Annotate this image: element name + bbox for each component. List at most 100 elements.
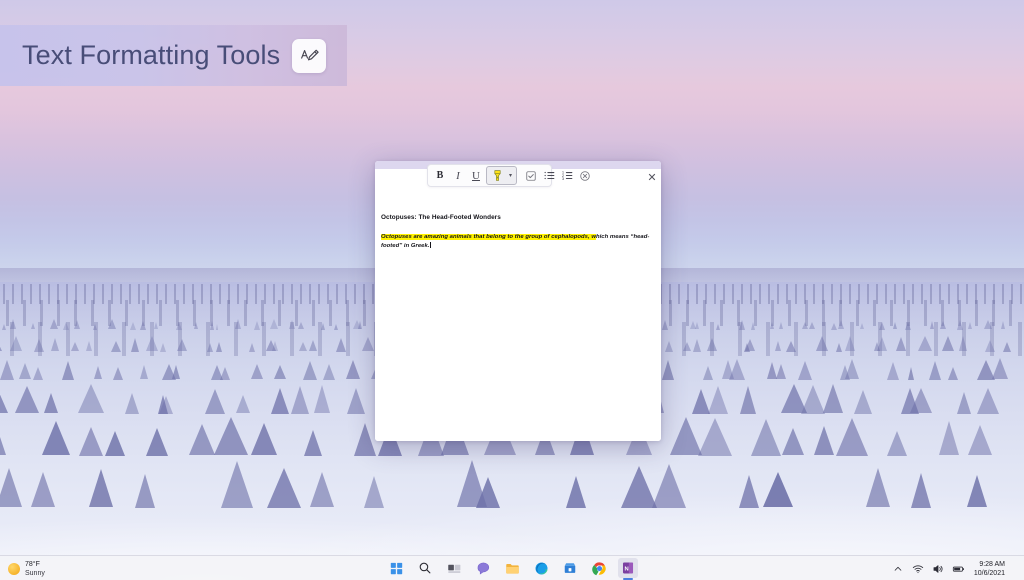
wallpaper-tree — [809, 322, 816, 330]
numbered-list-button[interactable]: 1 2 3 — [558, 167, 576, 185]
wallpaper-tree — [831, 322, 838, 330]
file-explorer-button[interactable] — [502, 558, 522, 578]
wallpaper-tree — [206, 342, 213, 352]
bulleted-list-button[interactable] — [540, 167, 558, 185]
wallpaper-tree — [977, 387, 1000, 414]
wallpaper-tree — [665, 340, 674, 352]
wallpaper-tree — [302, 360, 317, 380]
onenote-button[interactable]: N — [618, 558, 638, 578]
wallpaper-tree — [63, 321, 70, 330]
wallpaper-tree — [220, 366, 231, 380]
wallpaper-tree — [129, 321, 136, 330]
wallpaper-tree — [908, 366, 915, 380]
wallpaper-tree — [1000, 321, 1005, 330]
wallpaper-tree — [774, 341, 781, 352]
show-hidden-icons-button[interactable] — [892, 562, 905, 575]
wallpaper-tree — [50, 338, 59, 352]
wifi-icon[interactable] — [912, 562, 925, 575]
wallpaper-tree — [346, 360, 361, 380]
wallpaper-tree — [171, 365, 180, 380]
italic-button[interactable]: I — [449, 167, 467, 185]
wallpaper-tree — [193, 322, 198, 330]
wallpaper-tree — [968, 425, 993, 456]
wallpaper-tree — [984, 320, 993, 330]
wallpaper-tree — [85, 341, 92, 352]
volume-icon[interactable] — [932, 562, 945, 575]
clock[interactable]: 9:28 AM 10/6/2021 — [974, 560, 1005, 578]
wallpaper-tree — [19, 363, 32, 380]
wallpaper-tree — [859, 323, 864, 330]
checklist-button[interactable] — [522, 167, 540, 185]
wallpaper-tree — [779, 322, 784, 330]
weather-condition: Sunny — [25, 569, 45, 577]
wallpaper-tree — [361, 337, 374, 352]
wallpaper-tree — [801, 384, 826, 414]
wallpaper-tree — [93, 323, 98, 330]
wallpaper-tree — [879, 321, 886, 330]
formatting-toolbar[interactable]: B I U ▾ 1 2 3 — [427, 164, 590, 187]
task-view-button[interactable] — [444, 558, 464, 578]
wallpaper-tree — [31, 472, 56, 508]
text-caret — [429, 241, 431, 248]
desktop: Text Formatting Tools B I U ▾ 1 2 3 ✕ Oc… — [0, 0, 1024, 580]
wallpaper-tree — [683, 342, 692, 352]
start-button[interactable] — [386, 558, 406, 578]
wallpaper-tree — [358, 321, 363, 330]
clear-formatting-button[interactable] — [576, 167, 594, 185]
chevron-down-icon[interactable]: ▾ — [506, 172, 515, 179]
system-tray[interactable]: 9:28 AM 10/6/2021 — [892, 556, 1018, 580]
close-window-button[interactable]: ✕ — [643, 168, 661, 186]
wallpaper-tree — [814, 426, 835, 456]
wallpaper-tree — [41, 421, 70, 456]
wallpaper-tree — [930, 321, 935, 330]
wallpaper-tree — [105, 430, 125, 456]
wallpaper-tree — [34, 338, 45, 352]
text-editor-window[interactable] — [375, 161, 661, 441]
wallpaper-tree — [108, 319, 117, 330]
wallpaper-tree — [706, 338, 717, 352]
chrome-button[interactable] — [589, 558, 609, 578]
page-title: Text Formatting Tools — [22, 40, 281, 70]
wallpaper-tree — [248, 342, 255, 352]
clock-time: 9:28 AM — [979, 560, 1005, 568]
wallpaper-tree — [31, 323, 36, 330]
wallpaper-tree — [159, 395, 174, 414]
wallpaper-tree — [79, 426, 104, 456]
weather-widget[interactable]: 78°F Sunny — [8, 556, 45, 580]
highlight-button-group[interactable]: ▾ — [486, 166, 517, 185]
taskbar-app-icons[interactable]: N — [386, 556, 638, 580]
clock-date: 10/6/2021 — [973, 569, 1005, 577]
wallpaper-tree — [271, 387, 290, 414]
battery-icon[interactable] — [952, 562, 965, 575]
bold-button[interactable]: B — [431, 167, 449, 185]
weather-text: 78°F Sunny — [25, 560, 45, 578]
wallpaper-tree — [750, 321, 755, 330]
wallpaper-tree — [298, 322, 305, 330]
wallpaper-tree — [853, 389, 872, 414]
wallpaper-tree — [942, 336, 955, 352]
microsoft-store-button[interactable] — [560, 558, 580, 578]
wallpaper-tree — [992, 358, 1009, 380]
wallpaper-tree — [957, 391, 972, 414]
wallpaper-tree — [176, 339, 187, 352]
wallpaper-tree — [235, 395, 250, 414]
wallpaper-tree — [234, 319, 241, 330]
taskbar[interactable]: 78°F Sunny N 9:28 AM 10/6/2021 — [0, 555, 1024, 580]
notification-center-button[interactable] — [1014, 562, 1018, 575]
wallpaper-tree — [928, 360, 941, 380]
wallpaper-tree — [89, 469, 114, 508]
edge-button[interactable] — [531, 558, 551, 578]
wallpaper-tree — [966, 475, 987, 508]
wallpaper-tree — [274, 365, 287, 380]
wallpaper-tree — [111, 340, 122, 352]
wallpaper-tree — [797, 360, 812, 380]
wallpaper-tree — [154, 322, 159, 330]
chat-button[interactable] — [473, 558, 493, 578]
wallpaper-tree — [652, 463, 687, 508]
document-canvas[interactable]: Octopuses: The Head-Footed Wonders Octop… — [381, 213, 653, 250]
wallpaper-tree — [216, 341, 223, 352]
search-button[interactable] — [415, 558, 435, 578]
highlighter-icon[interactable] — [488, 167, 506, 185]
underline-button[interactable]: U — [467, 167, 485, 185]
document-paragraph[interactable]: Octopuses are amazing animals that belon… — [381, 233, 653, 250]
